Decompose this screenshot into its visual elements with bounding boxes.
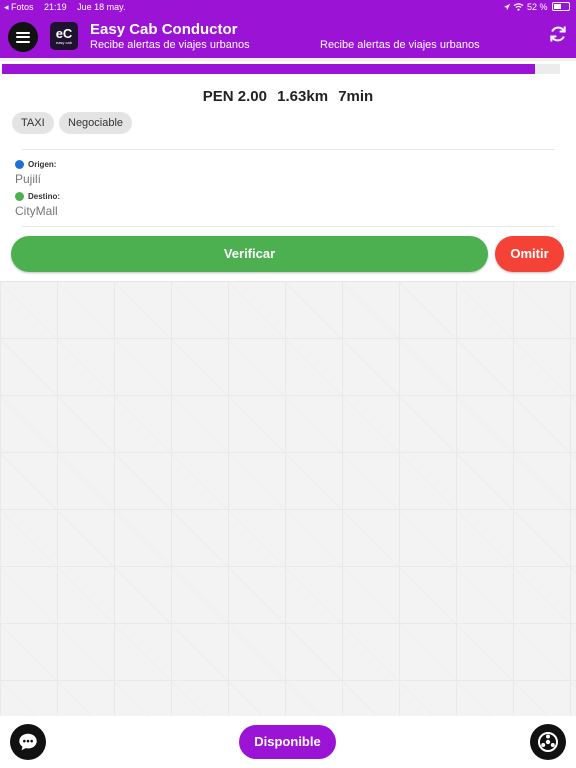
trip-distance: 1.63km — [277, 88, 329, 105]
origin-label-text: Origen: — [28, 160, 57, 169]
logo-text: easy cab — [55, 39, 72, 45]
chat-button[interactable] — [10, 724, 46, 760]
status-left: ◂ Fotos 21:19 Jue 18 may. — [4, 0, 133, 14]
origin-label: Origen: — [15, 160, 56, 169]
status-right: 52 % — [503, 0, 570, 14]
map-view[interactable] — [0, 282, 576, 716]
origin-value: Pujilí — [15, 172, 42, 186]
location-icon — [503, 3, 511, 11]
fare-amount: PEN 2.00 — [202, 88, 267, 105]
destination-label-text: Destino: — [28, 192, 60, 201]
emergency-icon — [538, 732, 558, 752]
bottom-bar: Disponible — [0, 716, 576, 768]
app-subtitle: Recibe alertas de viajes urbanos — [90, 39, 250, 51]
divider — [22, 226, 555, 227]
battery-percent: 52 % — [526, 2, 548, 12]
status-bar: ◂ Fotos 21:19 Jue 18 may. 52 % — [0, 0, 576, 14]
destination-label: Destino: — [15, 192, 60, 201]
refresh-icon[interactable] — [548, 24, 568, 44]
destination-dot-icon — [15, 192, 24, 201]
divider — [22, 149, 555, 150]
wifi-icon — [514, 3, 524, 11]
menu-button[interactable] — [8, 22, 38, 52]
app-header: eC easy cab Easy Cab Conductor Recibe al… — [0, 14, 576, 58]
request-timer-bar — [2, 64, 560, 74]
logo-mark: eC — [55, 25, 73, 41]
available-button[interactable]: Disponible — [239, 725, 336, 759]
chat-bubble-icon — [19, 733, 37, 751]
trip-summary: PEN 2.00 1.63km 7min — [0, 88, 576, 105]
destination-value: CityMall — [15, 204, 58, 218]
app-logo: eC easy cab — [50, 22, 78, 50]
trip-duration: 7min — [338, 88, 374, 105]
origin-dot-icon — [15, 160, 24, 169]
hamburger-menu-icon — [16, 31, 30, 43]
status-date: Jue 18 may. — [77, 2, 126, 12]
request-timer-fill — [2, 64, 535, 74]
app-title: Easy Cab Conductor — [90, 21, 238, 38]
status-time: 21:19 — [44, 2, 67, 12]
emergency-button[interactable] — [530, 724, 566, 760]
negotiable-chip: Negociable — [59, 112, 133, 134]
battery-icon — [552, 2, 570, 11]
ride-request-card: PEN 2.00 1.63km 7min TAXI Negociable Ori… — [0, 61, 576, 282]
service-type-chip: TAXI — [12, 112, 54, 134]
skip-button[interactable]: Omitir — [495, 236, 564, 272]
back-to-app-link[interactable]: ◂ Fotos — [4, 2, 34, 12]
app-subtitle-secondary: Recibe alertas de viajes urbanos — [320, 39, 480, 51]
verify-button[interactable]: Verificar — [11, 236, 488, 272]
